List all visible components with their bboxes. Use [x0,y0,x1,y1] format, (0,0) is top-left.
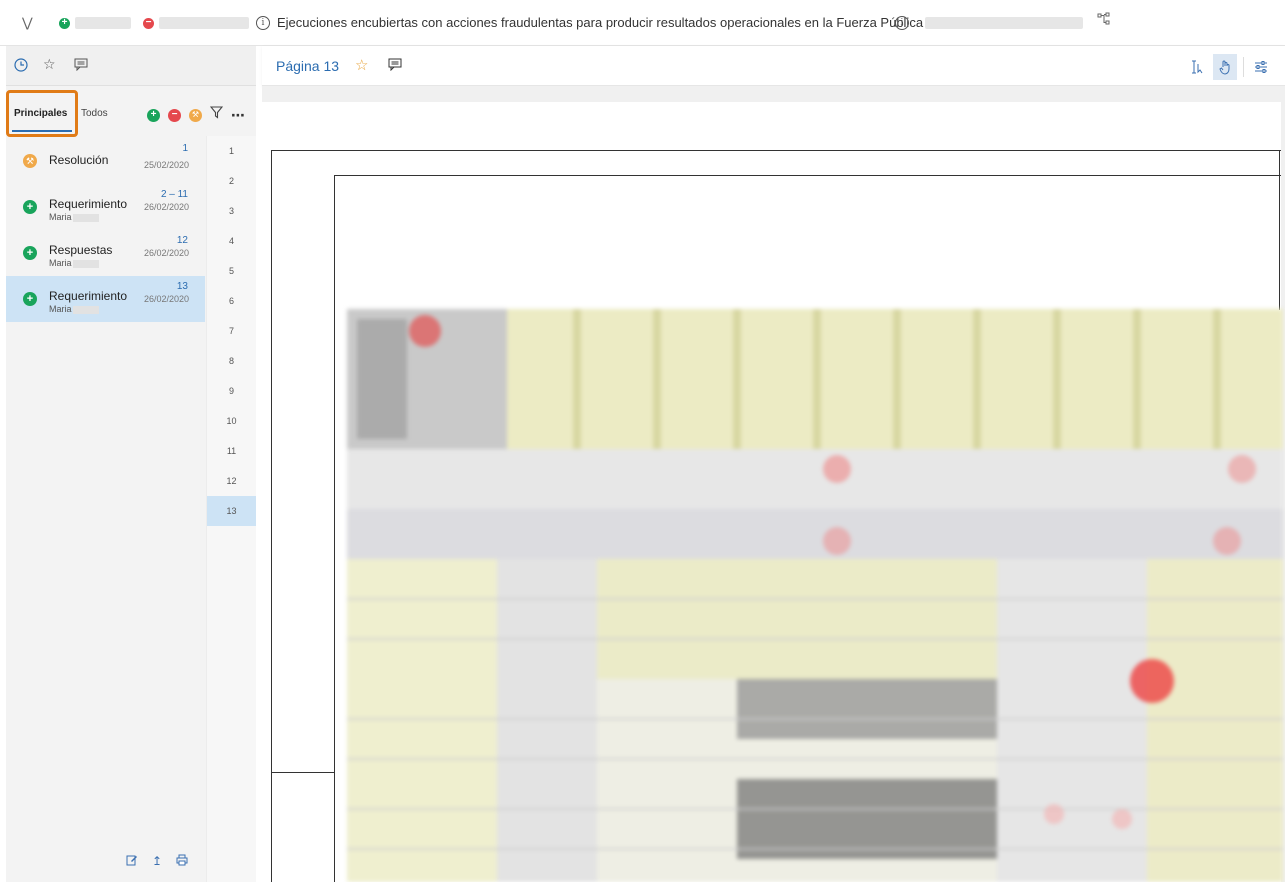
resolution-filter-icon[interactable]: ⚒ [189,108,202,122]
entry-title: Resolución [49,153,109,167]
page-number[interactable]: 10 [207,406,256,436]
comment-icon[interactable] [388,58,402,74]
toolbar-divider [1243,57,1244,77]
left-panel-toolbar: ☆ [6,46,256,86]
page-number[interactable]: 5 [207,256,256,286]
active-tab-indicator [12,130,72,132]
page-border [271,150,1281,151]
info-icon[interactable]: i [256,13,270,33]
list-item[interactable]: + Respuestas Maria 12 26/02/2020 [6,230,205,276]
document-viewer[interactable] [262,86,1285,882]
case-title: Ejecuciones encubiertas con acciones fra… [277,15,924,30]
document-page[interactable] [262,102,1283,882]
filter-icon[interactable] [209,106,224,124]
entry-date: 25/02/2020 [143,160,189,170]
hand-icon[interactable] [1213,54,1237,80]
print-icon[interactable] [176,854,188,869]
text-select-icon[interactable] [1185,54,1209,80]
page-number[interactable]: 2 [207,166,256,196]
page-number[interactable]: 3 [207,196,256,226]
tab-principales[interactable]: Principales [14,108,67,119]
page-border [334,175,335,882]
plus-circle-icon: + [23,200,37,214]
star-icon[interactable]: ☆ [43,56,56,73]
comment-icon[interactable] [74,58,88,74]
entry-pages[interactable]: 1 [182,143,188,154]
tab-todos[interactable]: Todos [81,108,108,119]
minus-circle-icon: − [143,17,154,29]
entry-title: Requerimiento [49,289,128,303]
edit-icon[interactable] [126,854,138,869]
hierarchy-icon[interactable] [1097,9,1111,29]
entry-date: 26/02/2020 [143,248,189,258]
viewer-header: Página 13 ☆ [262,46,1285,86]
entry-date: 26/02/2020 [143,202,189,212]
list-item[interactable]: + Requerimiento Maria 13 26/02/2020 [6,276,205,322]
redacted-text [925,13,1083,33]
entry-pages[interactable]: 2 – 11 [161,189,188,200]
entry-pages[interactable]: 13 [177,281,188,292]
page-number[interactable]: 8 [207,346,256,376]
entry-user: Maria [49,258,72,268]
add-filter-icon[interactable]: + [147,108,160,122]
list-item[interactable]: + Requerimiento Maria 2 – 11 26/02/2020 [6,184,205,230]
plus-circle-icon: + [59,17,70,29]
more-options-icon[interactable]: ⋯ [231,108,245,122]
page-number[interactable]: 7 [207,316,256,346]
page-border [271,772,334,773]
upload-icon[interactable]: ↥ [152,854,162,869]
page-number-selected[interactable]: 13 [207,496,256,526]
page-number[interactable]: 11 [207,436,256,466]
add-counter[interactable]: + [59,13,131,33]
redacted-text [75,17,131,29]
page-number[interactable]: 4 [207,226,256,256]
entry-date: 26/02/2020 [143,294,189,304]
page-number[interactable]: 12 [207,466,256,496]
entry-pages[interactable]: 12 [177,235,188,246]
redacted-text [159,17,249,29]
page-label: Página 13 [276,58,340,74]
document-list: ⚒ Resolución 1 25/02/2020 + Requerimient… [6,138,205,322]
plus-circle-icon: + [23,292,37,306]
page-number-column: 1 2 3 4 5 6 7 8 9 10 11 12 13 [206,136,256,882]
entry-user: Maria [49,304,72,314]
blurred-scanned-image [347,309,1283,882]
top-bar: ⋁ + − i Ejecuciones encubiertas con acci… [0,0,1285,46]
filter-actions: + − ⚒ ⋯ [147,106,245,124]
redacted-text [73,306,99,314]
info-icon[interactable]: i [895,13,909,33]
redacted-text [73,260,99,268]
plus-circle-icon: + [23,246,37,260]
page-border [1279,150,1280,310]
remove-counter[interactable]: − [143,13,249,33]
remove-filter-icon[interactable]: − [168,108,181,122]
collapse-chevrons-icon[interactable]: ⋁ [22,13,33,33]
page-number[interactable]: 9 [207,376,256,406]
history-icon[interactable] [14,58,28,75]
entry-title: Respuestas [49,243,113,257]
page-border [334,175,1281,176]
page-number[interactable]: 6 [207,286,256,316]
resolution-icon: ⚒ [23,154,37,168]
list-item[interactable]: ⚒ Resolución 1 25/02/2020 [6,138,205,184]
settings-sliders-icon[interactable] [1249,54,1273,80]
entry-user: Maria [49,212,72,222]
bottom-actions: ↥ [126,854,188,869]
redacted-text [73,214,99,222]
star-icon[interactable]: ☆ [355,56,368,74]
page-number[interactable]: 1 [207,136,256,166]
entry-title: Requerimiento [49,197,128,211]
